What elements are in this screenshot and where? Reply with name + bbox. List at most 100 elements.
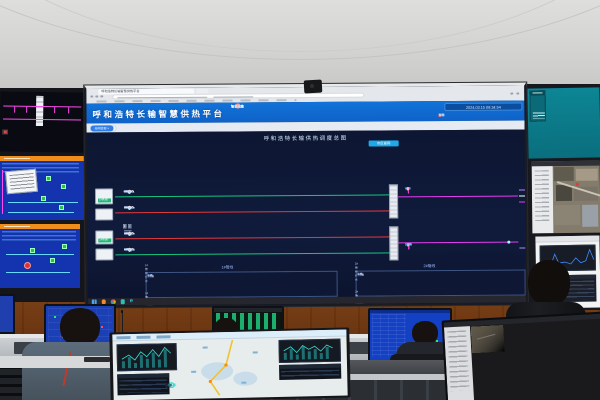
menu-icon[interactable]	[510, 92, 513, 95]
breaker-indicator	[3, 129, 8, 134]
pipe-line	[2, 170, 3, 214]
cctv-grid	[471, 320, 600, 400]
map-label	[253, 351, 258, 353]
url-bar[interactable]	[112, 93, 364, 99]
alarm-indicator	[24, 262, 31, 269]
forward-icon[interactable]	[95, 95, 98, 98]
pipe-stub	[519, 247, 525, 248]
heat-source-box	[95, 248, 113, 260]
supply-pipeline	[115, 194, 389, 197]
tank-group-header	[530, 91, 544, 95]
data-table: 2#管线 供水站点节点1节点2节点3节点4节点5节点6节点7状态↑↓↑↑↓↑↑压…	[356, 269, 526, 296]
manifold	[389, 184, 398, 218]
data-list-panel	[279, 364, 341, 380]
heat-source-box: 1#热源厂	[95, 188, 113, 204]
sensor-value: 98.6℃	[125, 190, 133, 193]
platform-title: 呼和浩特长输智慧供热平台	[92, 108, 224, 121]
valve-cluster-row	[123, 222, 499, 225]
pipe-line	[8, 212, 74, 213]
kpi-value: 98.2	[168, 383, 175, 387]
map-label	[191, 371, 196, 373]
user-bar-item[interactable]: 退出	[438, 113, 444, 117]
table-title: 2#管线	[423, 264, 435, 269]
scada-header-bar	[0, 156, 84, 161]
data-table: 1#管线 供水站点节点1节点2节点3节点4节点5节点6节点7状态↑↑↓↑↑↓↑压…	[146, 271, 338, 298]
control-room-photo: 呼和浩特长输智慧供热平台 呼和浩特长输智慧供热平台 智慧总览智慧调度智慧监测智慧…	[0, 0, 600, 400]
right-screen-tank-gauges	[527, 87, 600, 158]
nav-button-label: 智慧能源	[231, 103, 244, 108]
map-dashboard-screen: 86.472.9124535.698.2	[112, 330, 347, 400]
edge-icon[interactable]: e	[130, 299, 135, 304]
kpi-chart-panel	[278, 339, 340, 363]
camera-marker	[576, 183, 579, 186]
refresh-icon[interactable]	[100, 95, 103, 98]
left-screen-scada-1	[0, 156, 84, 220]
tank-readouts	[532, 112, 544, 118]
bus-drop	[26, 107, 27, 113]
valve-icon[interactable]	[123, 224, 126, 228]
kpi-tile: 98.2	[165, 384, 171, 386]
bus-drop	[68, 107, 69, 113]
pipeline-sensors: 67.3℃1.28MPa95.2℃0.61MPa64.8℃1.19MPa90.4…	[117, 204, 389, 206]
map-label	[203, 346, 208, 348]
heat-source-box	[95, 208, 113, 220]
new-tab-button[interactable]	[196, 89, 208, 94]
microphone-windscreen	[121, 310, 124, 313]
tank-gauge-group	[529, 90, 545, 121]
header-clock: 2024.03.15 09:34:54	[444, 102, 522, 111]
video-sidebar[interactable]	[532, 166, 554, 233]
sensor-value: 0.66MPa	[124, 248, 134, 251]
pump-block	[61, 184, 66, 189]
kpi-chart-panel	[117, 343, 178, 371]
pipe-line	[8, 202, 78, 203]
valve-icon[interactable]	[128, 224, 131, 228]
standing-person-head	[528, 260, 570, 306]
aerial-patch	[582, 205, 598, 227]
dispatch-overview-canvas: 呼和浩特长输供热调度总图 市区管网 1#热源厂 1.32MPa98.6℃0.58…	[87, 129, 526, 298]
left-screen-electrical-diagram	[0, 91, 84, 152]
heat-source-box: 2#热源厂	[95, 230, 113, 244]
right-screen-aerial-video	[532, 161, 600, 234]
node-dot	[507, 240, 510, 243]
data-list-panel	[117, 373, 169, 395]
main-videowall-screen: 呼和浩特长输智慧供热平台 呼和浩特长输智慧供热平台 智慧总览智慧调度智慧监测智慧…	[84, 82, 528, 307]
bus-drop	[54, 107, 55, 113]
table-cell: 0.90	[147, 274, 153, 277]
aerial-patch	[556, 185, 572, 201]
scada-text-rows	[2, 231, 76, 241]
pump-block	[50, 258, 55, 263]
keyboard[interactable]	[84, 357, 110, 362]
pump-block	[41, 196, 46, 201]
station-valve-icon[interactable]	[407, 187, 410, 190]
diagram-tower	[36, 96, 43, 126]
pipe-stub	[519, 201, 525, 202]
pipe-stub	[519, 195, 525, 196]
heat-source-label: 1#热源厂	[98, 198, 111, 202]
district-pipeline	[398, 196, 518, 198]
pump-block	[30, 248, 35, 253]
pipeline-sensors: 0.61MPa64.8℃1.19MPa90.4℃0.66MPa62.1℃1.08…	[117, 230, 389, 232]
aerial-patch	[576, 169, 598, 181]
cctv-camera-tree[interactable]	[444, 326, 475, 400]
files-icon[interactable]	[120, 300, 125, 305]
operator-head	[60, 308, 100, 346]
partial-monitor	[0, 294, 15, 334]
page-title: 呼和浩特长输供热调度总图	[87, 132, 525, 143]
breaker-indicator-grid	[3, 129, 81, 149]
pipeline-sensors: 1.32MPa98.6℃0.58MPa67.3℃1.28MPa95.2℃0.61…	[117, 188, 389, 190]
nav-button[interactable]: 智慧能源	[236, 104, 238, 106]
station-label: 15#站	[405, 243, 412, 246]
heating-platform-ui: 呼和浩特长输智慧供热平台 呼和浩特长输智慧供热平台 智慧总览智慧调度智慧监测智慧…	[86, 85, 526, 305]
table-cell: 0.94	[357, 273, 363, 276]
back-icon[interactable]	[90, 95, 93, 98]
cctv-cell[interactable]	[471, 325, 504, 353]
station-drops: 1#站2#站3#站4#站5#站6#站7#站	[400, 187, 518, 188]
browser-chrome	[535, 235, 599, 242]
cctv-screen	[444, 314, 600, 400]
profile-icon[interactable]	[516, 92, 519, 95]
pipe-line	[6, 272, 70, 273]
return-pipeline	[115, 236, 389, 239]
popup-dialog[interactable]	[5, 169, 38, 195]
sub-tab[interactable]: 全网监视 ×	[91, 125, 114, 131]
table-title: 1#管线	[221, 266, 233, 271]
